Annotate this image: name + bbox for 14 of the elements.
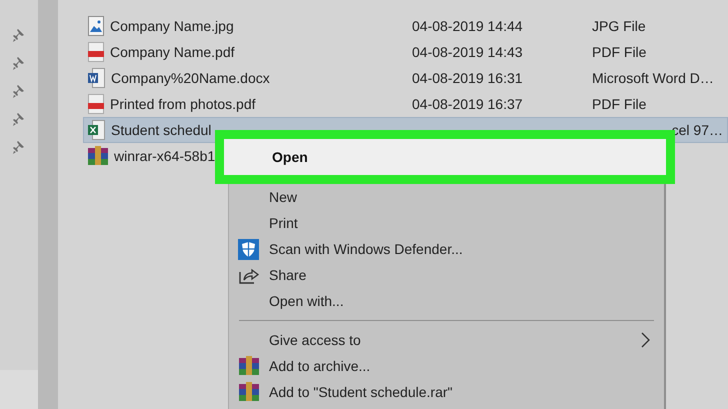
file-name: winrar-x64-58b1 [114, 148, 216, 164]
file-name: Student schedul [111, 122, 212, 138]
file-name: Printed from photos.pdf [110, 96, 256, 112]
file-date: 04-08-2019 16:31 [412, 70, 524, 86]
file-type: PDF File [592, 96, 646, 112]
file-date: 04-08-2019 14:44 [412, 18, 524, 34]
file-name: Company%20Name.docx [111, 70, 270, 86]
file-type: JPG File [592, 18, 646, 34]
file-type: Microsoft Word D… [592, 70, 714, 86]
file-date: 04-08-2019 14:43 [412, 44, 524, 60]
file-name: Company Name.pdf [110, 44, 235, 60]
file-date: 04-08-2019 16:37 [412, 96, 524, 112]
file-name: Company Name.jpg [110, 18, 234, 34]
file-type: PDF File [592, 44, 646, 60]
